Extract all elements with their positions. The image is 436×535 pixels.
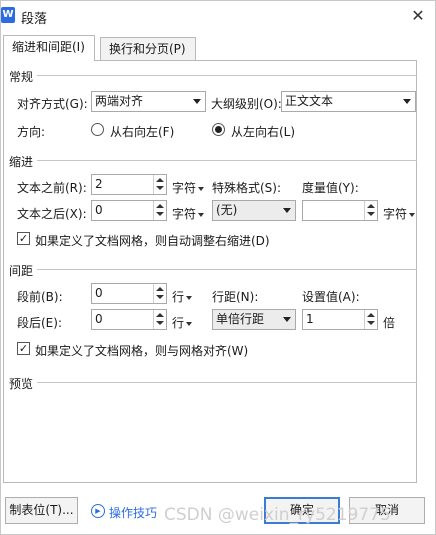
measure-unit[interactable]: 字符	[383, 205, 416, 222]
outline-level-select-value: 正文文本	[285, 94, 334, 108]
rtl-radio[interactable]	[91, 123, 104, 136]
increment-icon[interactable]	[156, 204, 164, 208]
space-before-label: 段前(B):	[17, 290, 63, 304]
indent-divider	[37, 160, 417, 161]
decrement-icon[interactable]	[367, 212, 375, 216]
dropdown-arrow-icon	[198, 212, 205, 217]
outline-level-label: 大纲级别(O):	[211, 97, 282, 111]
spacing-grid-checkbox-label[interactable]: 如果定义了文档网格，则与网格对齐(W)	[35, 342, 248, 359]
decrement-icon[interactable]	[156, 321, 164, 325]
stepper-arrows[interactable]	[153, 201, 166, 220]
decrement-icon[interactable]	[156, 212, 164, 216]
special-format-select[interactable]: (无)	[212, 200, 296, 221]
dropdown-arrow-icon	[409, 212, 416, 217]
space-after-stepper[interactable]: 0	[91, 309, 167, 330]
general-divider	[37, 75, 417, 76]
ltr-radio-label[interactable]: 从左向右(L)	[231, 123, 295, 140]
stepper-arrows[interactable]	[364, 201, 377, 220]
title-bar[interactable]: W 段落 ✕	[1, 1, 435, 31]
indent-after-unit[interactable]: 字符	[172, 205, 205, 222]
increment-icon[interactable]	[156, 313, 164, 317]
setting-value-label: 设置值(A):	[302, 290, 360, 304]
tab-stops-button[interactable]: 制表位(T)...	[5, 497, 78, 524]
spacing-grid-checkbox[interactable]: ✓	[17, 342, 30, 355]
setting-value-stepper[interactable]: 1	[302, 309, 378, 330]
stepper-arrows[interactable]	[364, 310, 377, 329]
general-section-heading: 常规	[9, 68, 38, 85]
dropdown-arrow-icon	[186, 321, 193, 326]
measure-stepper[interactable]	[302, 200, 378, 221]
space-before-stepper[interactable]: 0	[91, 283, 167, 304]
special-format-value: (无)	[216, 203, 238, 217]
indent-after-stepper[interactable]: 0	[91, 200, 167, 221]
preview-section-heading: 预览	[9, 375, 38, 392]
chevron-down-icon	[193, 99, 201, 104]
indent-before-stepper[interactable]: 2	[91, 174, 167, 195]
space-before-value: 0	[95, 286, 103, 300]
increment-icon[interactable]	[367, 204, 375, 208]
outline-level-select[interactable]: 正文文本	[281, 91, 416, 112]
tab-panel	[3, 60, 417, 483]
chevron-down-icon	[403, 99, 411, 104]
space-after-value: 0	[95, 312, 103, 326]
watermark-text: CSDN @weixin_ry5219775	[164, 505, 391, 525]
line-spacing-value: 单倍行距	[216, 312, 265, 326]
indent-before-value: 2	[95, 177, 103, 191]
align-label: 对齐方式(G):	[17, 97, 88, 111]
tab-indent-spacing[interactable]: 缩进和间距(I)	[3, 35, 95, 61]
indent-grid-checkbox[interactable]: ✓	[17, 232, 30, 245]
space-after-unit[interactable]: 行	[172, 314, 193, 331]
tips-link[interactable]: 操作技巧	[109, 504, 157, 521]
decrement-icon[interactable]	[156, 295, 164, 299]
tab-line-page-breaks[interactable]: 换行和分页(P)	[100, 37, 196, 61]
special-format-label: 特殊格式(S):	[212, 181, 282, 195]
increment-icon[interactable]	[156, 287, 164, 291]
dropdown-arrow-icon	[198, 186, 205, 191]
stepper-arrows[interactable]	[153, 284, 166, 303]
wps-writer-icon: W	[1, 7, 15, 23]
ltr-radio[interactable]	[212, 123, 225, 136]
paragraph-dialog: W 段落 ✕ 缩进和间距(I) 换行和分页(P) 常规 对齐方式(G): 两端对…	[0, 0, 436, 535]
indent-grid-checkbox-label[interactable]: 如果定义了文档网格，则自动调整右缩进(D)	[35, 232, 270, 249]
chevron-down-icon	[283, 208, 291, 213]
indent-after-value: 0	[95, 203, 103, 217]
align-select-value: 两端对齐	[95, 94, 144, 108]
decrement-icon[interactable]	[367, 321, 375, 325]
spacing-divider	[37, 269, 417, 270]
space-before-unit[interactable]: 行	[172, 288, 193, 305]
dropdown-arrow-icon	[186, 295, 193, 300]
stepper-arrows[interactable]	[153, 310, 166, 329]
rtl-radio-label[interactable]: 从右向左(F)	[110, 123, 174, 140]
direction-label: 方向:	[17, 125, 46, 139]
increment-icon[interactable]	[367, 313, 375, 317]
play-icon[interactable]: ▶	[91, 504, 105, 518]
indent-before-unit[interactable]: 字符	[172, 179, 205, 196]
close-icon[interactable]: ✕	[408, 6, 428, 26]
decrement-icon[interactable]	[156, 186, 164, 190]
indent-before-label: 文本之前(R):	[17, 181, 87, 195]
dialog-title: 段落	[21, 12, 48, 27]
line-spacing-label: 行距(N):	[212, 290, 259, 304]
setting-value: 1	[306, 312, 314, 326]
line-spacing-select[interactable]: 单倍行距	[212, 309, 296, 330]
space-after-label: 段后(E):	[17, 316, 62, 330]
preview-divider	[37, 382, 417, 383]
increment-icon[interactable]	[156, 178, 164, 182]
indent-section-heading: 缩进	[9, 153, 38, 170]
spacing-section-heading: 间距	[9, 262, 38, 279]
align-select[interactable]: 两端对齐	[91, 91, 206, 112]
stepper-arrows[interactable]	[153, 175, 166, 194]
indent-after-label: 文本之后(X):	[17, 207, 87, 221]
measure-label: 度量值(Y):	[302, 181, 359, 195]
chevron-down-icon	[283, 317, 291, 322]
setting-unit: 倍	[383, 316, 396, 330]
